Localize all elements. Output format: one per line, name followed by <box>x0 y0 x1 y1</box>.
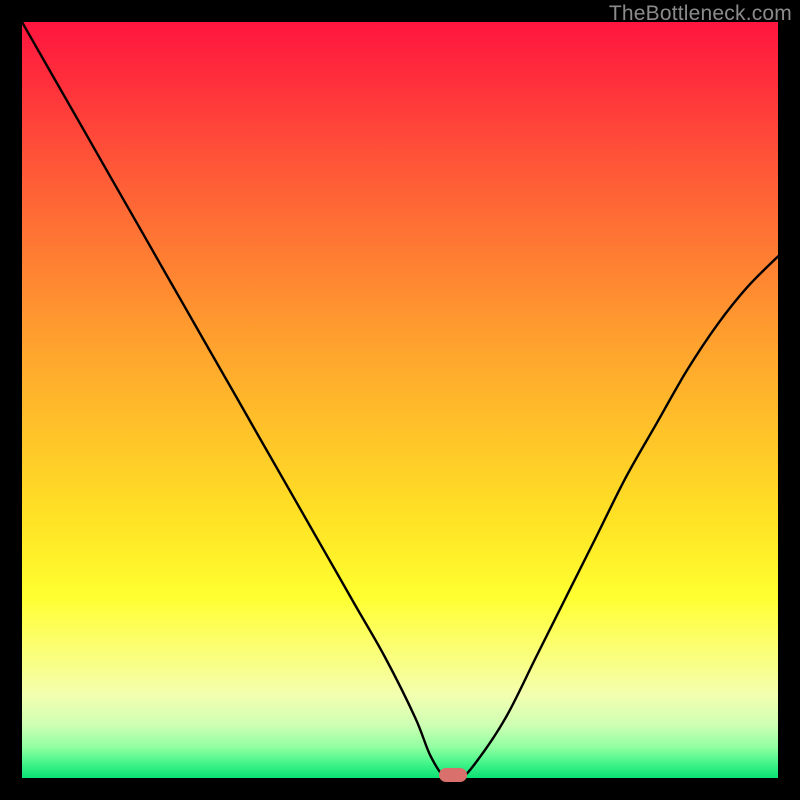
marker-pill <box>439 768 467 782</box>
watermark-text: TheBottleneck.com <box>609 2 792 26</box>
plot-area <box>22 22 778 778</box>
bottleneck-curve <box>22 22 778 778</box>
chart-frame: TheBottleneck.com <box>0 0 800 800</box>
curve-layer <box>22 22 778 778</box>
